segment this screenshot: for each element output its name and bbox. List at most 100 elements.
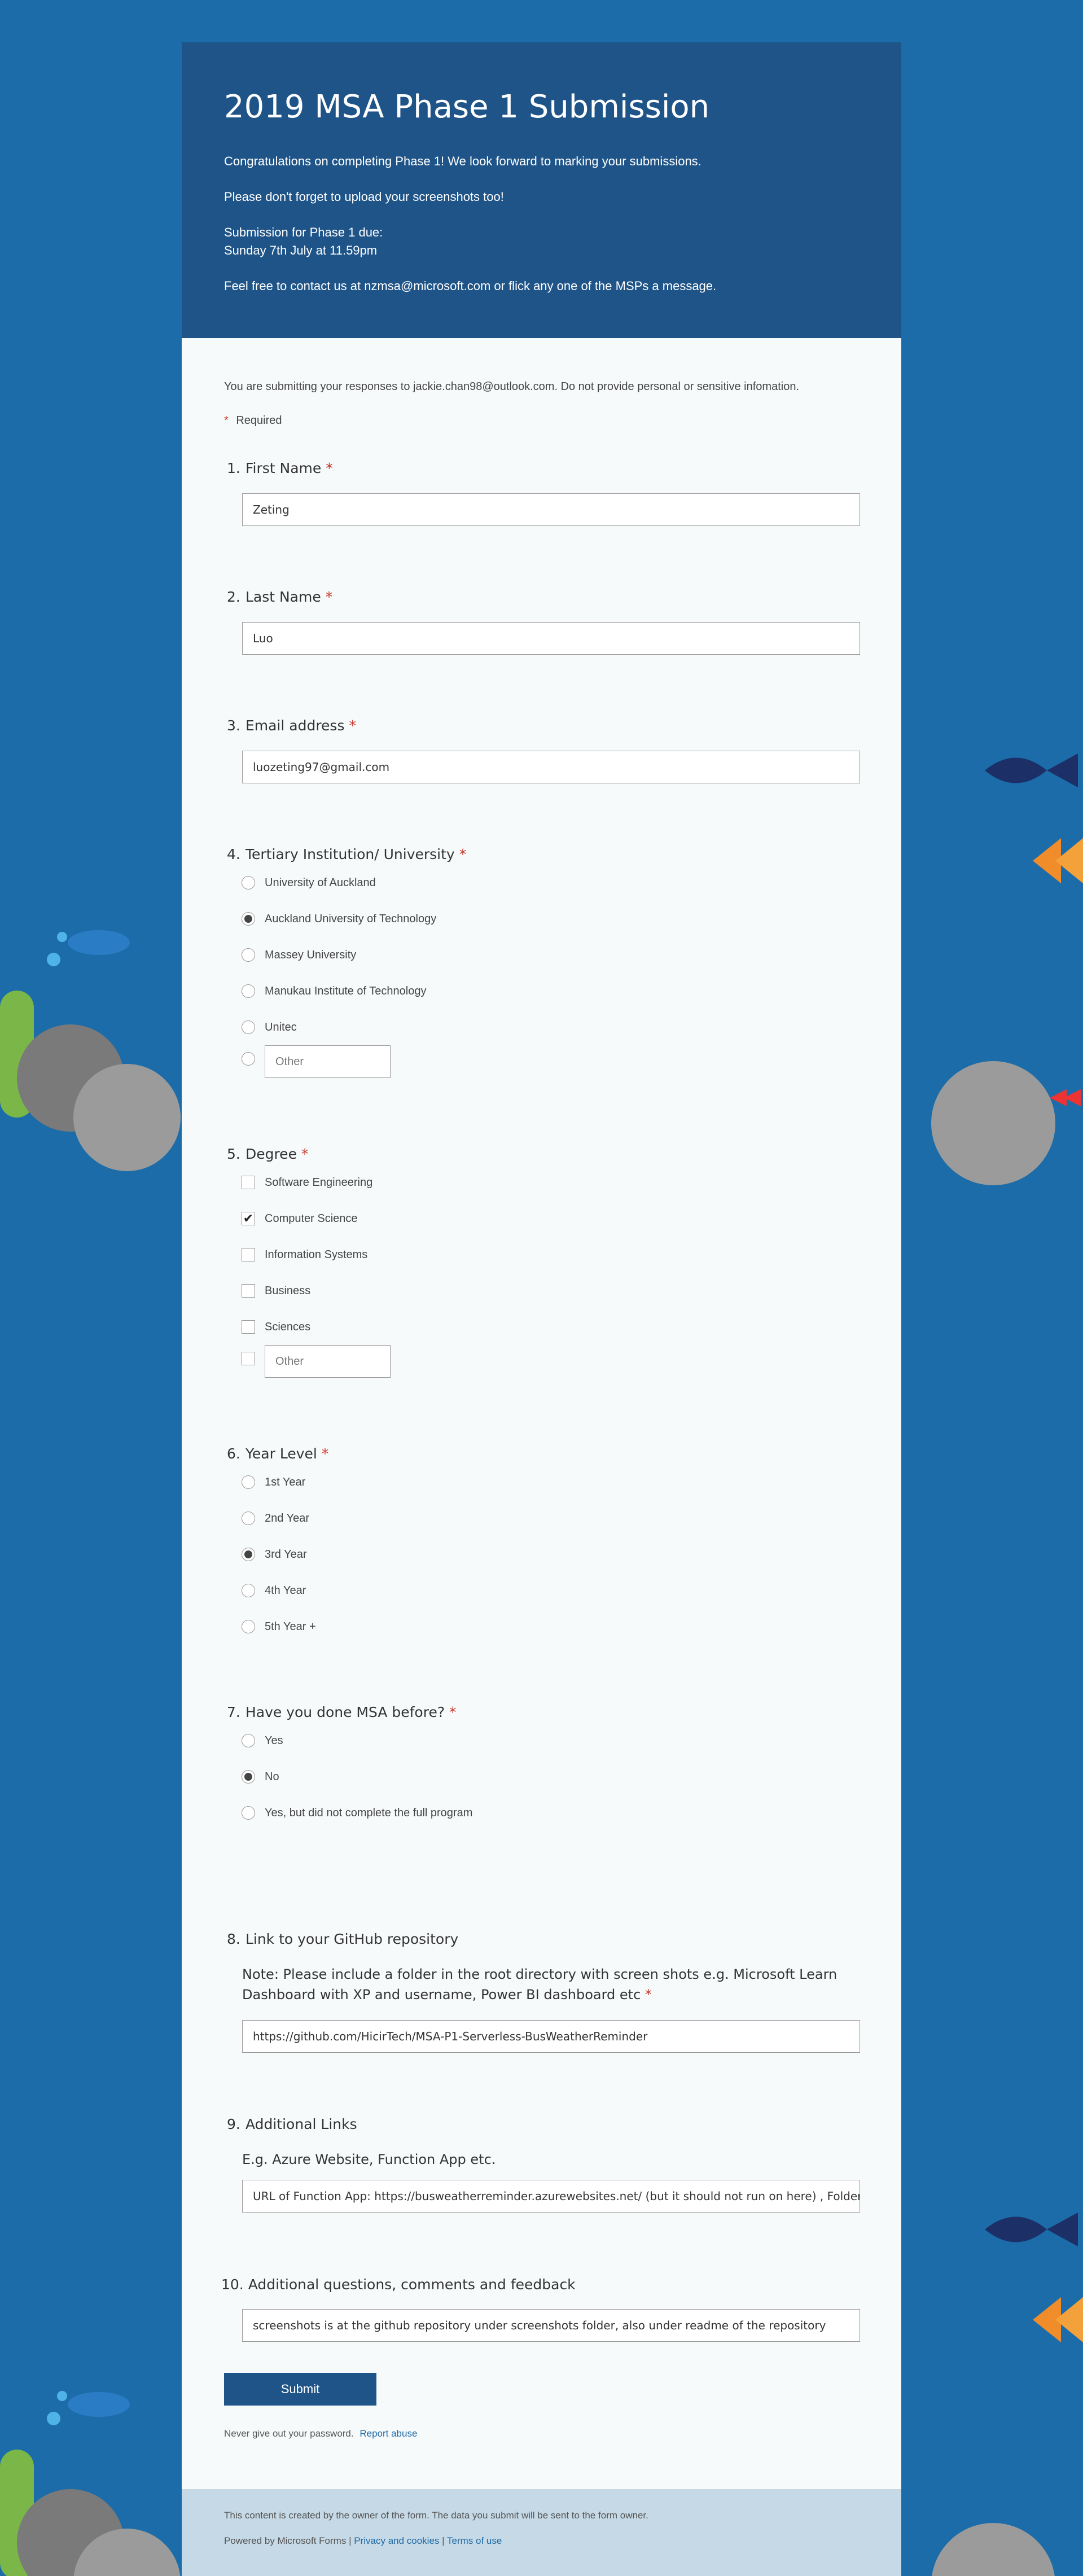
question-label: Additional Links <box>245 2116 357 2132</box>
question-title: 8. Link to your GitHub repository <box>227 1931 856 1947</box>
option-label: Computer Science <box>265 1212 358 1225</box>
option-label: Auckland University of Technology <box>265 912 437 925</box>
footer-disclaimer: This content is created by the owner of … <box>224 2510 648 2521</box>
radio-button[interactable] <box>242 1512 255 1525</box>
radio-option-other[interactable]: Other <box>242 1045 391 1078</box>
other-input[interactable]: Other <box>265 1345 391 1378</box>
checkbox-option[interactable]: ✔ Computer Science <box>242 1210 358 1227</box>
question-github: 8. Link to your GitHub repository Note: … <box>227 1931 860 2053</box>
radio-option[interactable]: Yes, but did not complete the full progr… <box>242 1804 472 1821</box>
checkbox[interactable] <box>242 1248 255 1261</box>
question-title: 6. Year Level * <box>227 1445 856 1462</box>
checkbox[interactable] <box>242 1352 255 1365</box>
password-note: Never give out your password. Report abu… <box>224 2428 417 2439</box>
checkbox[interactable] <box>242 1176 255 1189</box>
radio-button[interactable] <box>242 984 255 998</box>
question-label: Email address <box>245 717 345 734</box>
required-star: * <box>449 1704 457 1720</box>
radio-option[interactable]: No <box>242 1768 279 1785</box>
question-label: Have you done MSA before? <box>245 1704 445 1720</box>
required-star: * <box>326 460 333 476</box>
option-label: No <box>265 1770 279 1783</box>
required-star: * <box>644 1987 652 2003</box>
report-abuse-link[interactable]: Report abuse <box>359 2428 417 2439</box>
radio-button-selected[interactable] <box>242 912 255 926</box>
submission-notice: You are submitting your responses to jac… <box>224 380 800 393</box>
radio-button[interactable] <box>242 1806 255 1820</box>
radio-button[interactable] <box>242 1020 255 1034</box>
question-label: Last Name <box>245 589 321 605</box>
required-star: * <box>321 1445 329 1462</box>
question-number: 1. <box>227 460 240 476</box>
question-label: Tertiary Institution/ University <box>245 846 455 862</box>
option-label: University of Auckland <box>265 876 376 889</box>
feedback-input[interactable]: screenshots is at the github repository … <box>242 2309 860 2342</box>
checkbox-option[interactable]: Software Engineering <box>242 1174 372 1191</box>
radio-option[interactable]: Yes <box>242 1732 283 1749</box>
radio-option[interactable]: 2nd Year <box>242 1510 309 1527</box>
question-label: Degree <box>245 1146 297 1162</box>
checkbox-option[interactable]: Sciences <box>242 1318 310 1335</box>
question-number: 8. <box>227 1931 240 1947</box>
question-title: 9. Additional Links <box>227 2116 856 2132</box>
radio-option[interactable]: University of Auckland <box>242 874 376 891</box>
radio-button[interactable] <box>242 1052 255 1066</box>
additional-links-input[interactable]: URL of Function App: https://busweatherr… <box>242 2180 860 2213</box>
radio-option[interactable]: Massey University <box>242 947 356 963</box>
checkbox-option-other[interactable]: Other <box>242 1345 391 1378</box>
question-title: 4. Tertiary Institution/ University * <box>227 846 856 862</box>
radio-button-selected[interactable] <box>242 1770 255 1784</box>
required-label: Required <box>236 414 282 427</box>
question-title: 1. First Name * <box>227 460 856 476</box>
radio-button-selected[interactable] <box>242 1548 255 1561</box>
radio-button[interactable] <box>242 1734 255 1747</box>
question-subtitle: E.g. Azure Website, Function App etc. <box>242 2152 496 2167</box>
checkbox-checked[interactable]: ✔ <box>242 1211 255 1225</box>
question-label: Year Level <box>245 1445 317 1462</box>
form-footer: This content is created by the owner of … <box>182 2489 901 2576</box>
radio-button[interactable] <box>242 1475 255 1489</box>
question-year-level: 6. Year Level * 1st Year 2nd Year 3rd Ye… <box>227 1445 856 1633</box>
checkbox[interactable] <box>242 1320 255 1334</box>
question-title: 10. Additional questions, comments and f… <box>221 2276 856 2293</box>
option-label: Business <box>265 1284 311 1297</box>
checkbox-option[interactable]: Information Systems <box>242 1246 367 1263</box>
radio-button[interactable] <box>242 948 255 962</box>
option-label: 4th Year <box>265 1584 306 1597</box>
other-input[interactable]: Other <box>265 1045 391 1078</box>
radio-option[interactable]: 4th Year <box>242 1582 306 1599</box>
radio-option[interactable]: Unitec <box>242 1019 297 1036</box>
last-name-input[interactable]: Luo <box>242 622 860 655</box>
radio-option[interactable]: 5th Year + <box>242 1618 316 1635</box>
description-line: Please don't forget to upload your scree… <box>224 190 504 204</box>
question-subtitle: Note: Please include a folder in the roo… <box>227 1964 840 2005</box>
option-label: Information Systems <box>265 1248 368 1261</box>
subtitle-text: Note: Please include a folder in the roo… <box>242 1966 838 2003</box>
question-number: 5. <box>227 1146 240 1162</box>
terms-link[interactable]: Terms of use <box>447 2535 502 2546</box>
separator: | <box>442 2535 445 2546</box>
radio-option[interactable]: 1st Year <box>242 1474 305 1491</box>
question-additional-links: 9. Additional Links E.g. Azure Website, … <box>227 2116 860 2213</box>
radio-button[interactable] <box>242 1620 255 1633</box>
question-title: 5. Degree * <box>227 1146 856 1162</box>
radio-button[interactable] <box>242 1584 255 1597</box>
checkbox-option[interactable]: Business <box>242 1282 310 1299</box>
question-number: 3. <box>227 717 240 734</box>
question-first-name: 1. First Name * Zeting <box>227 460 860 526</box>
question-title: 7. Have you done MSA before? * <box>227 1704 856 1720</box>
description-line: Feel free to contact us at nzmsa@microso… <box>224 279 717 293</box>
form-header: 2019 MSA Phase 1 Submission Congratulati… <box>182 42 901 338</box>
radio-option[interactable]: 3rd Year <box>242 1546 307 1563</box>
radio-button[interactable] <box>242 876 255 890</box>
radio-option[interactable]: Auckland University of Technology <box>242 910 436 927</box>
checkbox[interactable] <box>242 1284 255 1298</box>
privacy-link[interactable]: Privacy and cookies <box>354 2535 439 2546</box>
first-name-input[interactable]: Zeting <box>242 493 860 526</box>
github-link-input[interactable]: https://github.com/HicirTech/MSA-P1-Serv… <box>242 2020 860 2053</box>
form-container: 2019 MSA Phase 1 Submission Congratulati… <box>182 42 901 2576</box>
option-label: 1st Year <box>265 1475 306 1488</box>
email-input[interactable]: luozeting97@gmail.com <box>242 751 860 783</box>
radio-option[interactable]: Manukau Institute of Technology <box>242 983 426 1000</box>
submit-button[interactable]: Submit <box>224 2373 376 2406</box>
